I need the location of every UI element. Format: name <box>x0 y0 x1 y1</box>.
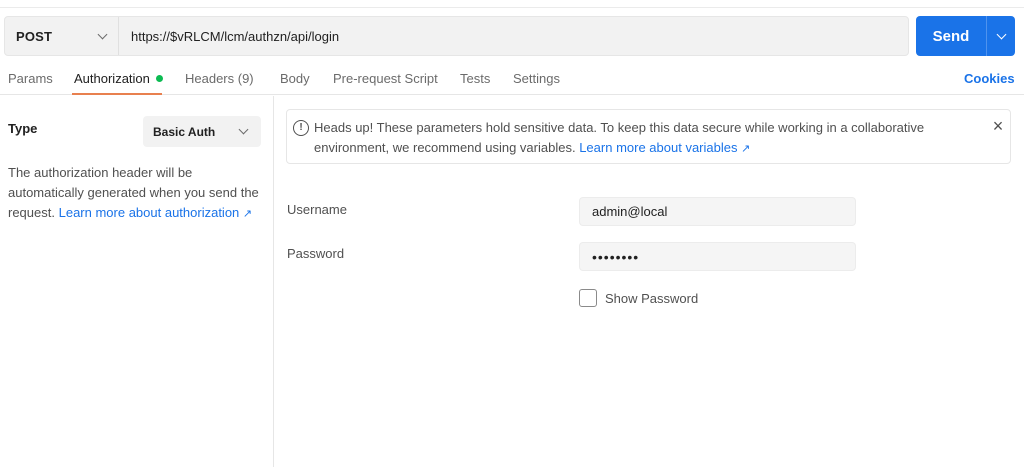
request-tabs: Params Authorization Headers (9) Body Pr… <box>0 64 1024 95</box>
top-divider <box>0 7 1024 8</box>
tab-params[interactable]: Params <box>8 71 53 86</box>
cookies-link[interactable]: Cookies <box>964 71 1015 86</box>
external-arrow-icon: ↗ <box>242 208 253 220</box>
panel-divider <box>273 96 274 467</box>
notice-text: Heads up! These parameters hold sensitiv… <box>314 118 974 159</box>
tab-tests[interactable]: Tests <box>460 71 490 86</box>
chevron-down-icon <box>97 29 108 39</box>
username-label: Username <box>287 202 347 217</box>
learn-more-authorization-label: Learn more about authorization <box>58 205 240 220</box>
send-button[interactable]: Send <box>916 16 986 56</box>
show-password-label[interactable]: Show Password <box>605 291 698 306</box>
status-dot <box>155 75 163 82</box>
method-label: POST <box>16 28 53 44</box>
send-options-button[interactable] <box>986 16 1015 56</box>
username-field[interactable] <box>579 197 856 226</box>
active-tab-indicator <box>72 93 162 95</box>
tab-headers[interactable]: Headers (9) <box>185 71 254 86</box>
url-input[interactable] <box>119 17 908 55</box>
sensitive-data-notice: ! Heads up! These parameters hold sensit… <box>286 109 1011 164</box>
show-password-checkbox[interactable] <box>579 289 597 307</box>
chevron-down-icon <box>238 124 249 135</box>
learn-more-variables-link[interactable]: Learn more about variables ↗ <box>579 140 750 155</box>
tab-pre-request-script[interactable]: Pre-request Script <box>333 71 438 86</box>
password-label: Password <box>287 246 345 261</box>
auth-type-value: Basic Auth <box>153 124 216 139</box>
password-field[interactable] <box>579 242 856 271</box>
external-arrow-icon: ↗ <box>741 143 751 155</box>
request-bar: POST <box>4 16 909 56</box>
auth-type-select[interactable]: Basic Auth <box>143 116 261 147</box>
method-select[interactable]: POST <box>5 17 119 55</box>
tab-authorization-label: Authorization <box>74 71 150 86</box>
tab-body[interactable]: Body <box>280 71 310 86</box>
learn-more-authorization-link[interactable]: Learn more about authorization ↗ <box>59 205 253 220</box>
info-icon: ! <box>293 120 309 136</box>
auth-type-label: Type <box>8 121 38 136</box>
chevron-down-icon <box>996 29 1006 39</box>
tab-authorization[interactable]: Authorization <box>74 71 163 86</box>
learn-more-variables-label: Learn more about variables <box>579 140 738 155</box>
close-icon[interactable]: × <box>990 117 1006 135</box>
tab-settings[interactable]: Settings <box>513 71 560 86</box>
auth-description: The authorization header will be automat… <box>8 163 264 224</box>
